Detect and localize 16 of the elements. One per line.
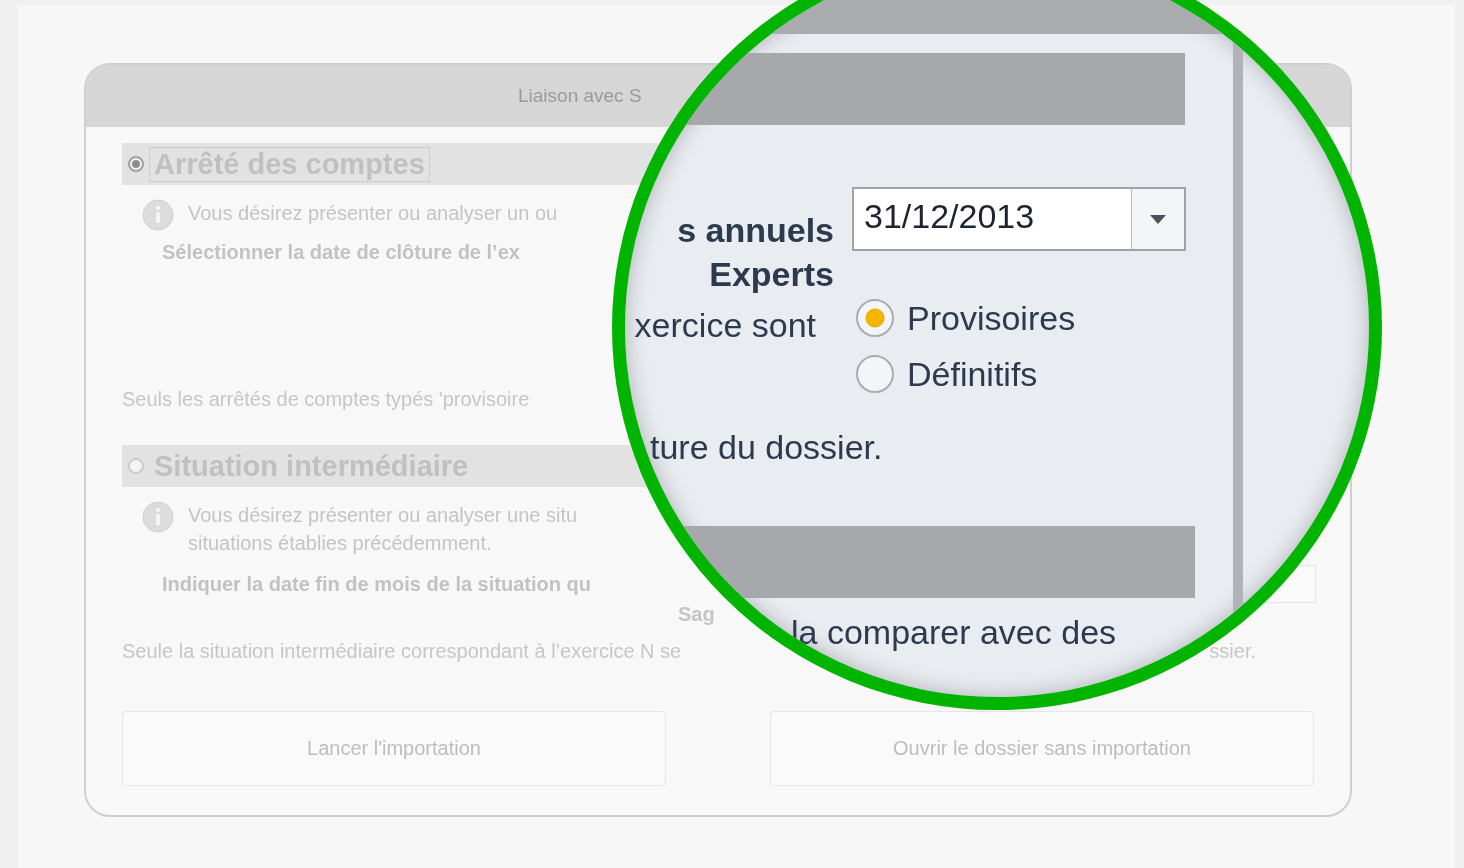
radio-button[interactable] xyxy=(128,156,144,172)
dialog-button[interactable]: Ouvrir le dossier sans importation xyxy=(770,711,1314,786)
caret-icon xyxy=(1150,214,1166,224)
info-icon xyxy=(142,199,174,231)
radio-button[interactable] xyxy=(855,354,895,394)
date-dropdown[interactable]: 31/12/2013 xyxy=(852,187,1186,251)
radio-label: Provisoires xyxy=(907,298,1076,338)
dialog-button[interactable]: Lancer l'importation xyxy=(122,711,666,786)
radio-button[interactable] xyxy=(855,298,895,338)
field-label: xercice sont xyxy=(634,306,816,345)
radio-button[interactable] xyxy=(128,458,144,474)
field-label: s annuels Experts xyxy=(677,210,834,295)
dialog-title: Liaison avec S xyxy=(518,85,642,107)
info-icon xyxy=(142,501,174,533)
body-text: ture du dossier. xyxy=(650,428,883,467)
radio-label: Définitifs xyxy=(907,354,1038,394)
